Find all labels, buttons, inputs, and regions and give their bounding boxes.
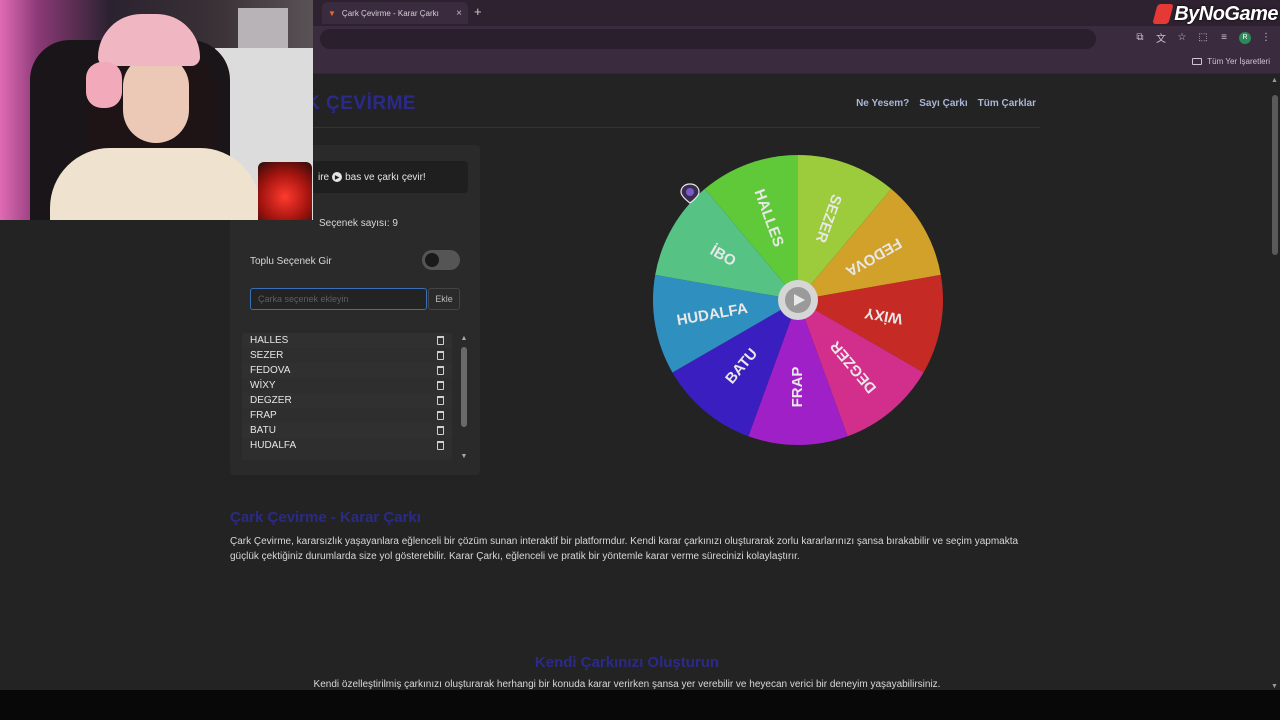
option-count: Seçenek sayısı: 9 <box>319 218 398 229</box>
trash-icon[interactable] <box>437 396 444 405</box>
list-item-label: HALLES <box>250 335 289 346</box>
webcam-headphone <box>86 62 122 108</box>
all-bookmarks-button[interactable]: Tüm Yer İşaretleri <box>1192 57 1270 66</box>
scroll-down-icon[interactable]: ▼ <box>1271 683 1278 690</box>
all-bookmarks-label: Tüm Yer İşaretleri <box>1207 57 1270 66</box>
webcam-beanie <box>98 14 200 66</box>
bottom-letterbox <box>0 690 1280 720</box>
list-item-label: FEDOVA <box>250 365 291 376</box>
scroll-up-icon[interactable]: ▲ <box>460 335 468 343</box>
page-scroll-thumb[interactable] <box>1272 95 1278 255</box>
option-list: HALLES SEZER FEDOVA WİXY DEGZER FRAP BAT… <box>242 333 452 460</box>
list-item-label: SEZER <box>250 350 284 361</box>
list-item: WİXY <box>242 378 452 393</box>
media-controls-icon[interactable]: ≡ <box>1218 32 1230 43</box>
bulk-entry-label: Toplu Seçenek Gir <box>250 256 332 267</box>
install-app-icon[interactable]: ⧉ <box>1134 32 1146 43</box>
list-item-label: FRAP <box>250 410 277 421</box>
webcam-face <box>123 55 189 143</box>
play-icon: ▶ <box>332 172 343 182</box>
list-item-label: DEGZER <box>250 395 292 406</box>
list-item-label: WİXY <box>250 380 276 391</box>
scroll-up-icon[interactable]: ▲ <box>1271 77 1278 84</box>
option-input[interactable] <box>250 288 427 310</box>
trash-icon[interactable] <box>437 381 444 390</box>
list-item: DEGZER <box>242 393 452 408</box>
section-paragraph: Çark Çevirme, kararsızlık yaşayanlara eğ… <box>230 536 1019 562</box>
trash-icon[interactable] <box>437 336 444 345</box>
add-option-button[interactable]: Ekle <box>428 288 460 310</box>
trash-icon[interactable] <box>437 411 444 420</box>
nav-tum-carklar[interactable]: Tüm Çarklar <box>978 98 1036 109</box>
site-logo[interactable]: K ÇEVİRME <box>306 93 416 115</box>
hint-prefix: ire <box>318 171 330 183</box>
section-paragraph-2: Kendi özelleştirilmiş çarkınızı oluştura… <box>313 679 941 690</box>
list-item: BATU <box>242 423 452 438</box>
list-item: SEZER <box>242 348 452 363</box>
list-item: FEDOVA <box>242 363 452 378</box>
bynogame-logo-icon <box>1152 4 1174 24</box>
kebab-menu-icon[interactable]: ⋮ <box>1260 32 1272 43</box>
toggle-knob <box>425 253 439 267</box>
trash-icon[interactable] <box>437 366 444 375</box>
tab-close-icon[interactable]: × <box>456 8 462 19</box>
browser-tab-active[interactable]: ▼ Çark Çevirme - Karar Çarkı × <box>322 2 468 24</box>
wheel-segment-label: FRAP <box>789 367 806 408</box>
tab-title: Çark Çevirme - Karar Çarkı <box>341 8 439 18</box>
webcam-shelf <box>238 8 288 48</box>
trash-icon[interactable] <box>437 426 444 435</box>
extensions-icon[interactable]: ⬚ <box>1197 32 1209 43</box>
list-item: HALLES <box>242 333 452 348</box>
list-item: HUDALFA <box>242 438 452 453</box>
option-list-scrollbar[interactable]: ▲ ▼ <box>460 335 468 461</box>
webcam-lamp <box>258 162 312 220</box>
webcam-shirt <box>50 148 260 220</box>
section-heading: Çark Çevirme - Karar Çarkı <box>230 509 421 526</box>
folder-icon <box>1192 58 1203 65</box>
wheel-pointer-icon <box>680 183 700 204</box>
list-item: FRAP <box>242 408 452 423</box>
nav-ne-yesem[interactable]: Ne Yesem? <box>856 98 909 109</box>
bookmark-star-icon[interactable]: ☆ <box>1176 32 1188 43</box>
screen: ▼ Çark Çevirme - Karar Çarkı × + ⧉ 文 ☆ ⬚… <box>0 0 1280 720</box>
bulk-entry-toggle[interactable] <box>422 250 460 270</box>
trash-icon[interactable] <box>437 441 444 450</box>
address-bar[interactable] <box>320 29 1096 49</box>
scroll-down-icon[interactable]: ▼ <box>460 453 468 461</box>
profile-avatar[interactable]: R <box>1239 31 1251 44</box>
list-item-label: HUDALFA <box>250 440 297 451</box>
wheel-favicon-icon: ▼ <box>328 8 336 18</box>
watermark-text: ByNoGame <box>1174 2 1278 25</box>
hint-text: bas ve çarkı çevir! <box>345 171 426 183</box>
translate-icon[interactable]: 文 <box>1155 30 1167 45</box>
section-heading-2: Kendi Çarkınızı Oluşturun <box>534 654 720 671</box>
page-scrollbar[interactable]: ▲ ▼ <box>1270 75 1280 690</box>
bynogame-watermark: ByNoGame <box>1152 0 1278 28</box>
new-tab-icon[interactable]: + <box>474 4 482 19</box>
header-divider <box>230 127 1040 128</box>
scroll-thumb[interactable] <box>461 347 467 427</box>
nav-sayi-carki[interactable]: Sayı Çarkı <box>919 98 967 109</box>
webcam-overlay <box>0 0 313 220</box>
trash-icon[interactable] <box>437 351 444 360</box>
list-item-label: BATU <box>250 425 276 436</box>
site-nav: Ne Yesem? Sayı Çarkı Tüm Çarklar <box>856 98 1036 109</box>
